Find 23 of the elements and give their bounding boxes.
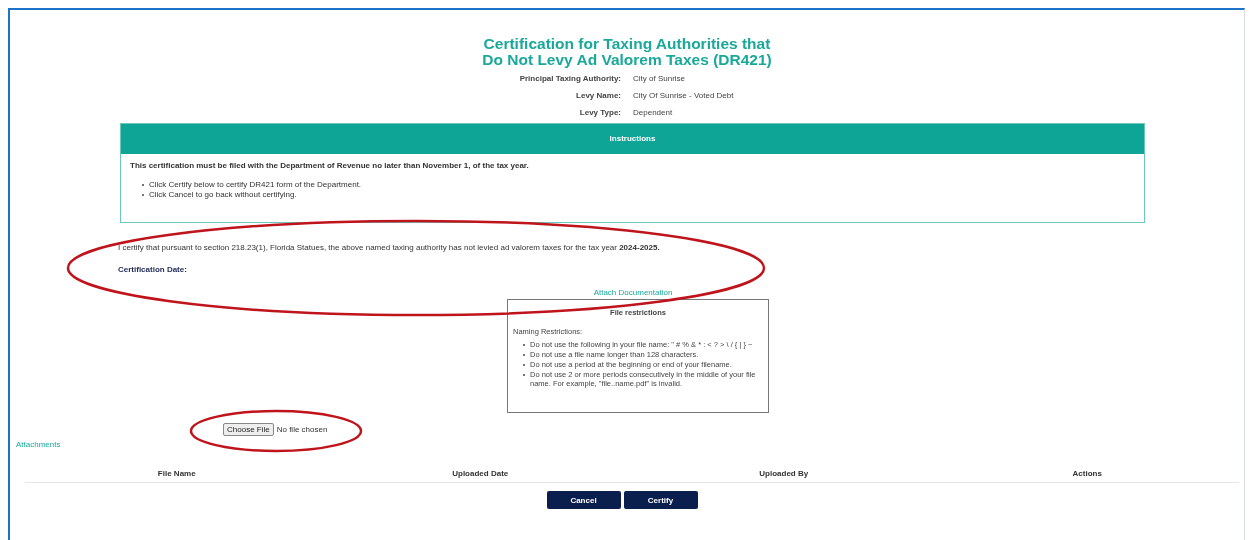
certification-date-label: Certification Date:: [118, 265, 188, 274]
page-title: Certification for Taxing Authorities that Do Not Levy Ad Valorem Taxes (DR421): [481, 36, 773, 68]
column-header: Uploaded Date: [451, 469, 510, 478]
column-header: Actions: [1071, 469, 1103, 478]
attachments-heading: Attachments: [16, 440, 62, 449]
detail-value: City Of Sunrise - Voted Debt: [633, 91, 735, 100]
detail-label: Levy Name:: [575, 91, 621, 100]
instruction-step: Click Certify below to certify DR421 form of the Department.: [149, 180, 362, 189]
detail-label: Levy Type:: [578, 108, 621, 117]
attach-heading: Attach Documentation: [592, 288, 674, 297]
detail-value: City of Sunrise: [633, 74, 687, 83]
certification-statement: I certify that pursuant to section 218.23(1), Florida Statues, the above named taxing authority has not levied ad valorem taxes for the tax year 2024-2025.: [118, 243, 661, 252]
column-header: Uploaded By: [758, 469, 810, 478]
file-status: No file chosen: [276, 425, 328, 434]
choose-file-button[interactable]: Choose File: [223, 423, 274, 436]
column-header: File Name: [156, 469, 197, 478]
detail-value: Dependent: [633, 108, 674, 117]
detail-label: Principal Taxing Authority:: [518, 74, 621, 83]
action-button[interactable]: Cancel: [546, 491, 621, 509]
notice-text: This certification must be filed with the Department of Revenue no later than November 1, of the tax year.: [130, 161, 530, 170]
instruction-step: Click Cancel to go back without certifying.: [149, 190, 297, 199]
action-button[interactable]: Certify: [623, 491, 698, 509]
panel-header: Instructions: [121, 124, 1144, 154]
